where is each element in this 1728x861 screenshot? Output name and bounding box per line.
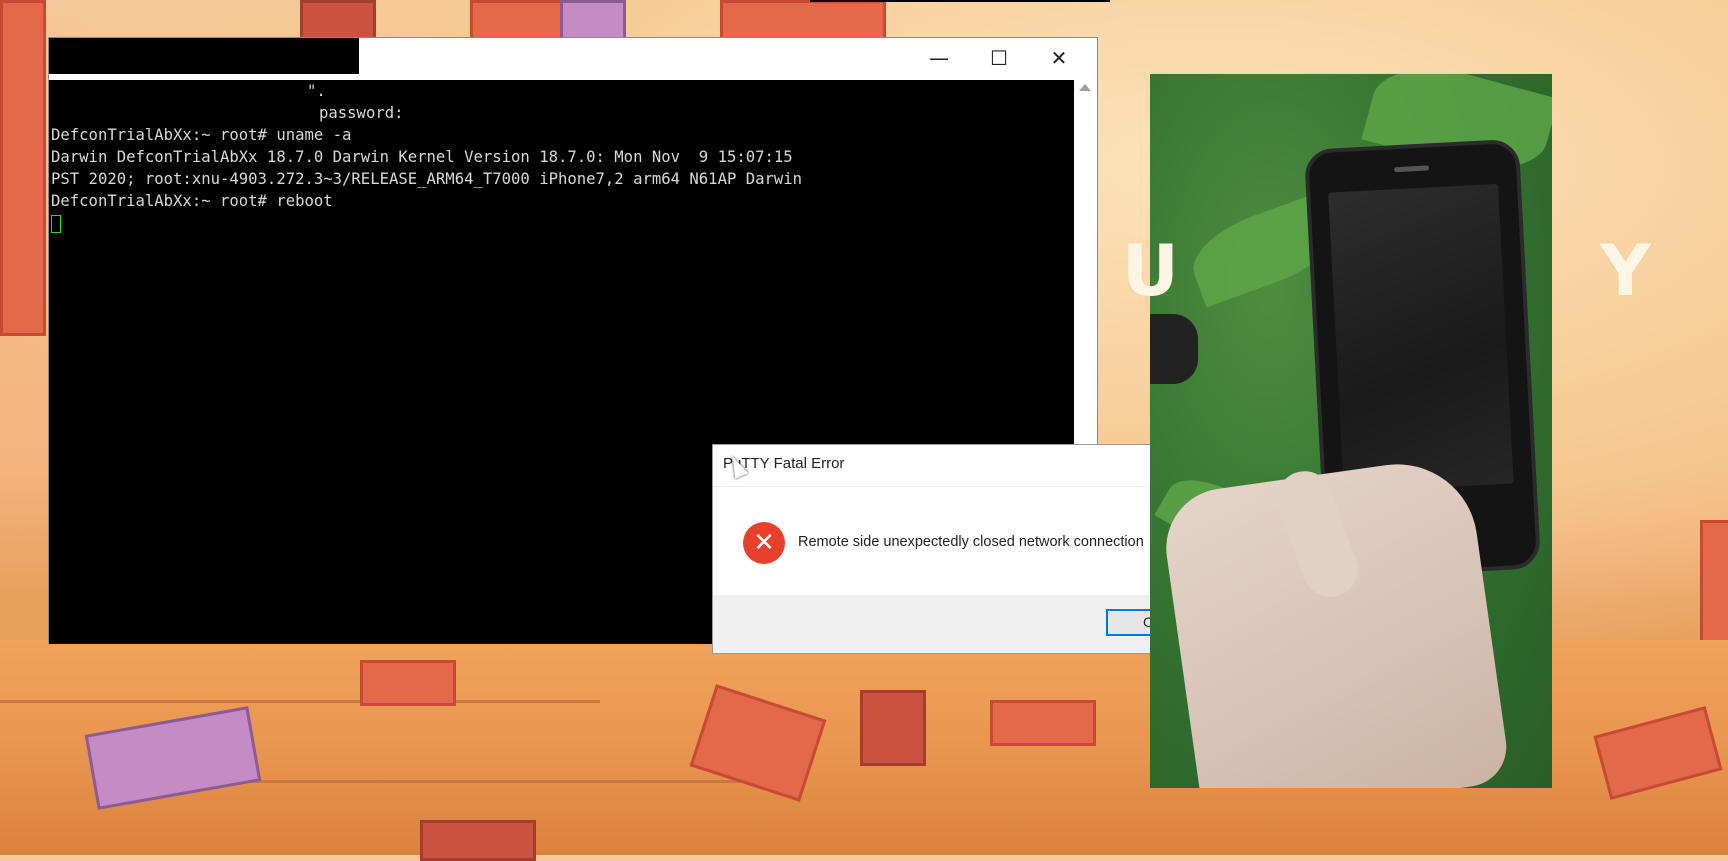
redacted-window-title	[49, 38, 359, 74]
window-titlebar[interactable]: — ☐ ✕	[49, 38, 1097, 80]
rock-decoration	[560, 0, 626, 42]
terminal-line: Darwin DefconTrialAbXx 18.7.0 Darwin Ker…	[51, 148, 793, 166]
terminal-line: PST 2020; root:xnu-4903.272.3~3/RELEASE_…	[51, 170, 803, 188]
rock-decoration	[1700, 520, 1728, 646]
camera-overlay	[1150, 74, 1552, 788]
minimize-button[interactable]: —	[909, 40, 969, 76]
close-icon: ✕	[1050, 46, 1068, 70]
ok-button[interactable]: OK	[1106, 609, 1151, 636]
terminal-line: password:	[319, 104, 404, 122]
camera-lens	[1150, 314, 1198, 384]
terminal-cursor	[51, 215, 61, 233]
close-button[interactable]: ✕	[1029, 40, 1089, 76]
minimize-icon: —	[929, 46, 949, 70]
dialog-titlebar[interactable]: PuTTY Fatal Error	[713, 445, 1151, 487]
maximize-icon: ☐	[990, 46, 1008, 70]
redacted-line	[49, 80, 307, 125]
overlay-letter: U	[1122, 230, 1179, 312]
rock-decoration	[0, 0, 46, 336]
redaction-bar	[810, 0, 1110, 2]
phone-screen	[1328, 183, 1514, 493]
rock-decoration	[360, 660, 456, 706]
ground-line	[0, 700, 600, 703]
overlay-letter: Y	[1600, 230, 1651, 312]
rock-decoration	[860, 690, 926, 766]
rock-decoration	[720, 0, 886, 42]
maximize-button[interactable]: ☐	[969, 40, 1029, 76]
terminal-line: DefconTrialAbXx:~ root# reboot	[51, 192, 333, 210]
terminal-line: ".	[307, 82, 326, 100]
rock-decoration	[990, 700, 1096, 746]
scroll-up-icon[interactable]	[1079, 84, 1091, 91]
error-message: Remote side unexpectedly closed network …	[798, 534, 1144, 550]
dialog-footer: OK	[713, 595, 1151, 653]
phone-speaker	[1393, 165, 1430, 173]
error-x-icon: ✕	[743, 522, 785, 564]
terminal-line: DefconTrialAbXx:~ root# uname -a	[51, 126, 352, 144]
error-dialog[interactable]: PuTTY Fatal Error ✕ Remote side unexpect…	[712, 444, 1152, 654]
